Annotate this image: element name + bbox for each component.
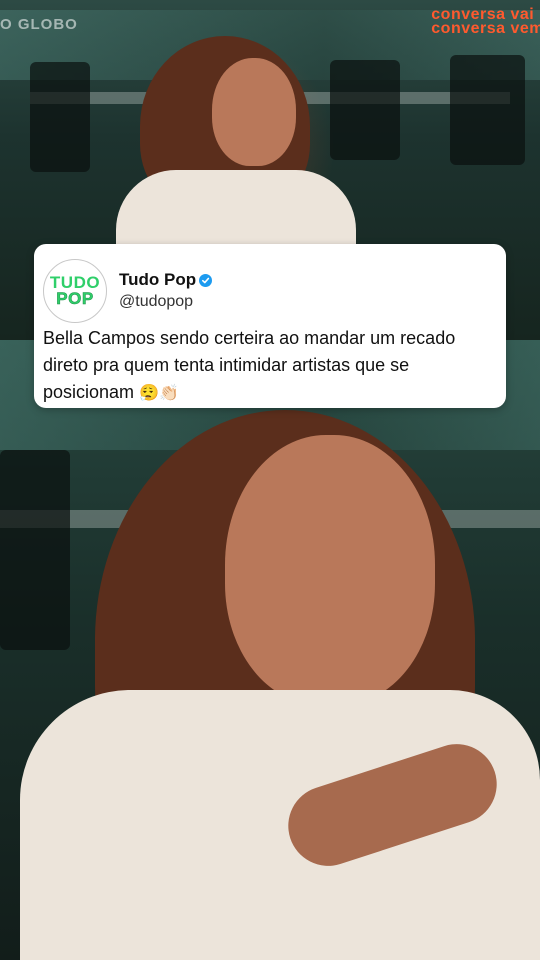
person-face — [212, 58, 296, 166]
person-face — [225, 435, 435, 705]
background-chair — [30, 62, 90, 172]
tweet-card[interactable]: TUDO POP Tudo Pop @tudopop Bella Campos … — [34, 244, 506, 408]
verified-badge-icon — [199, 273, 213, 287]
tweet-body: Bella Campos sendo certeira ao mandar um… — [43, 328, 456, 402]
tweet-author[interactable]: Tudo Pop — [119, 270, 213, 290]
tweet-emojis: 😮‍💨👏🏻 — [139, 385, 179, 402]
channel-logo: O GLOBO — [0, 16, 78, 33]
person-blazer — [20, 690, 540, 960]
display-name[interactable]: Tudo Pop — [119, 270, 196, 290]
video-frame-bottom — [0, 340, 540, 960]
background-chair — [450, 55, 525, 165]
avatar[interactable]: TUDO POP — [43, 259, 107, 323]
show-watermark: conversa vai conversa vem — [431, 7, 540, 37]
background-chair — [0, 450, 70, 650]
background-chair — [330, 60, 400, 160]
tweet-text: Bella Campos sendo certeira ao mandar um… — [43, 325, 499, 407]
avatar-logo-line: POP — [56, 289, 94, 308]
handle[interactable]: @tudopop — [119, 293, 193, 311]
watermark-line: conversa vem — [431, 20, 540, 37]
